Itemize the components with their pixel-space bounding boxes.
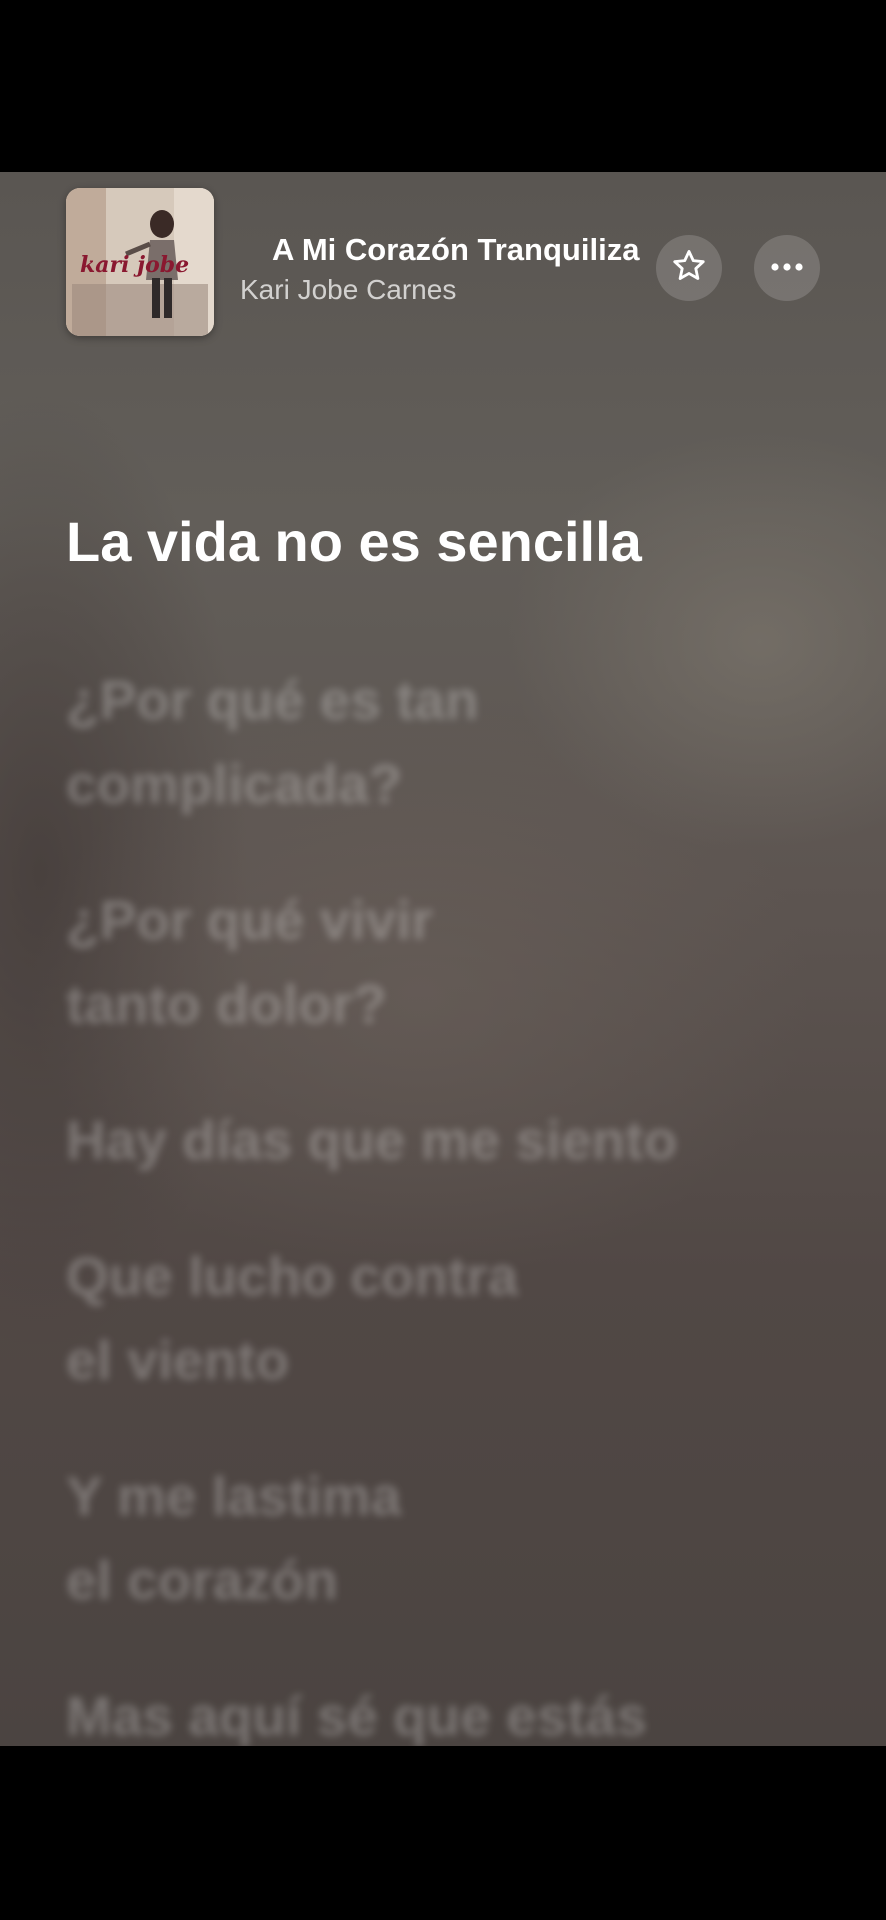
star-icon [670, 247, 708, 290]
favorite-button[interactable] [656, 235, 722, 301]
song-title[interactable]: A Mi Corazón Tranquiliza [272, 230, 648, 270]
lyric-line[interactable]: ¿Por qué vivir tanto dolor? [66, 878, 826, 1046]
now-playing-header: kari jobe A Mi Corazón Tranquiliza Kari … [0, 172, 886, 352]
album-art[interactable]: kari jobe [66, 188, 214, 336]
lyric-line[interactable]: Mas aquí sé que estás [66, 1674, 826, 1746]
album-art-text: kari jobe [80, 252, 190, 278]
lyric-line-active[interactable]: La vida no es sencilla [66, 500, 826, 584]
lyric-line[interactable]: Hay días que me siento [66, 1098, 826, 1182]
more-icon [769, 259, 805, 277]
lyric-line[interactable]: ¿Por qué es tan complicada? [66, 658, 826, 826]
more-options-button[interactable] [754, 235, 820, 301]
lyrics-list[interactable]: La vida no es sencilla ¿Por qué es tan c… [66, 500, 826, 1746]
song-artist[interactable]: Kari Jobe Carnes [240, 272, 640, 308]
lyric-line[interactable]: Que lucho contra el viento [66, 1234, 826, 1402]
lyrics-panel: kari jobe A Mi Corazón Tranquiliza Kari … [0, 172, 886, 1746]
screen: kari jobe A Mi Corazón Tranquiliza Kari … [0, 0, 886, 1920]
lyric-line[interactable]: Y me lastima el corazón [66, 1454, 826, 1622]
